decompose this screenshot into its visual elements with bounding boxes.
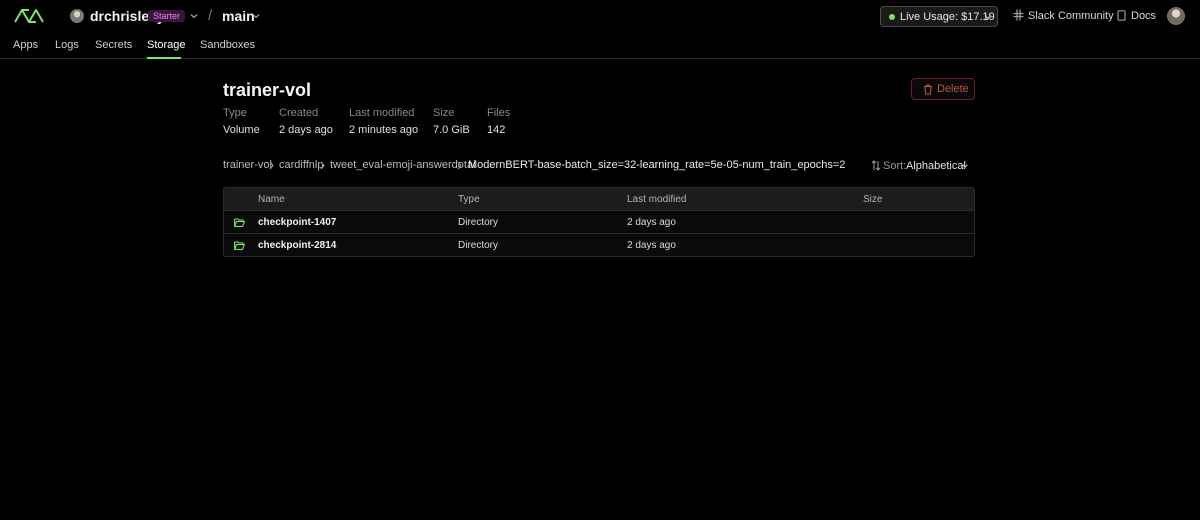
active-tab-indicator <box>147 57 181 59</box>
page-title: trainer-vol <box>223 80 312 100</box>
modal-logo-icon[interactable] <box>13 6 45 26</box>
tab-logs[interactable]: Logs <box>55 39 79 51</box>
workspace-chevron-down-icon[interactable] <box>189 11 199 21</box>
file-type: Directory <box>458 240 499 251</box>
meta-key: Last modified <box>349 107 415 119</box>
table-row[interactable]: checkpoint-1407 Directory 2 days ago <box>224 211 974 234</box>
breadcrumb-item[interactable]: tweet_eval-emoji-answerdotai <box>330 159 476 171</box>
table-row[interactable]: checkpoint-2814 Directory 2 days ago <box>224 234 974 257</box>
meta-value: 7.0 GiB <box>433 124 470 136</box>
meta-value: 2 minutes ago <box>349 124 419 136</box>
environment-name[interactable]: main <box>222 8 255 24</box>
docs-icon[interactable] <box>1117 10 1126 21</box>
top-bar: drchrislevy Starter / main Live Usage: $… <box>0 0 1200 32</box>
plan-badge: Starter <box>148 10 186 22</box>
meta-key: Type <box>223 107 247 119</box>
live-usage-button[interactable]: Live Usage: $17.19 <box>880 6 998 27</box>
sort-arrows-icon <box>871 160 881 171</box>
live-status-dot <box>889 14 895 20</box>
files-table: Name Type Last modified Size checkpoint-… <box>223 187 975 257</box>
meta-key: Size <box>433 107 455 119</box>
file-type: Directory <box>458 217 499 228</box>
environment-chevron-down-icon[interactable] <box>251 11 261 21</box>
meta-key: Files <box>487 107 511 119</box>
usage-chevron-down-icon <box>984 15 992 20</box>
sort-value: Alphabetical <box>906 160 966 172</box>
tab-apps[interactable]: Apps <box>13 39 38 51</box>
live-usage-label: Live Usage: $17.19 <box>900 11 995 23</box>
tab-secrets[interactable]: Secrets <box>95 39 132 51</box>
meta-value: Volume <box>223 124 260 136</box>
column-header-size[interactable]: Size <box>863 194 882 205</box>
delete-button[interactable]: Delete <box>911 78 975 100</box>
column-header-name[interactable]: Name <box>258 194 285 205</box>
file-name: checkpoint-1407 <box>258 217 337 228</box>
column-header-type[interactable]: Type <box>458 194 480 205</box>
column-header-last-modified[interactable]: Last modified <box>627 194 686 205</box>
breadcrumb-current: ModernBERT-base-batch_size=32-learning_r… <box>468 159 846 171</box>
meta-type: Type Volume <box>223 107 260 136</box>
file-name: checkpoint-2814 <box>258 240 337 251</box>
path-separator: / <box>208 7 213 24</box>
tab-storage[interactable]: Storage <box>147 39 186 51</box>
file-last-modified: 2 days ago <box>627 240 676 251</box>
breadcrumb-item[interactable]: trainer-vol <box>223 159 272 171</box>
slack-community-link[interactable]: Slack Community <box>1028 10 1114 22</box>
user-avatar[interactable] <box>1167 7 1185 25</box>
meta-created: Created 2 days ago <box>279 107 333 136</box>
folder-open-icon <box>234 241 245 250</box>
breadcrumb-item[interactable]: cardiffnlp <box>279 159 323 171</box>
workspace-avatar[interactable] <box>70 9 84 23</box>
sort-chevron-down-icon <box>962 164 968 168</box>
sort-label: Sort: <box>883 160 907 172</box>
folder-open-icon <box>234 218 245 227</box>
chevron-right-icon <box>457 161 462 170</box>
docs-link[interactable]: Docs <box>1131 10 1156 22</box>
main-nav-tabs: Apps Logs Secrets Storage Sandboxes <box>0 32 1200 59</box>
table-header: Name Type Last modified Size <box>224 188 974 211</box>
delete-label: Delete <box>937 83 969 95</box>
trash-icon <box>924 84 932 95</box>
chevron-right-icon <box>320 161 325 170</box>
meta-files: Files 142 <box>487 107 510 136</box>
file-last-modified: 2 days ago <box>627 217 676 228</box>
meta-value: 142 <box>487 124 506 136</box>
meta-key: Created <box>279 107 319 119</box>
meta-size: Size 7.0 GiB <box>433 107 470 136</box>
slack-icon[interactable] <box>1013 9 1024 21</box>
meta-last-modified: Last modified 2 minutes ago <box>349 107 418 136</box>
tab-sandboxes[interactable]: Sandboxes <box>200 39 255 51</box>
meta-value: 2 days ago <box>279 124 333 136</box>
chevron-right-icon <box>269 161 274 170</box>
